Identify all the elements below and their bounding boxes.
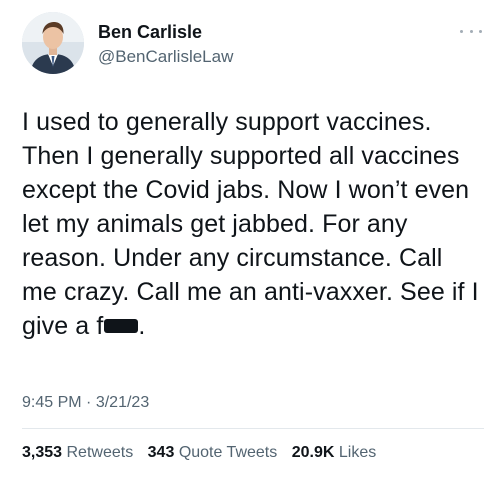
quote-tweets-stat[interactable]: 343 Quote Tweets xyxy=(148,444,278,461)
timestamp-separator: · xyxy=(86,394,92,411)
likes-count: 20.9K xyxy=(291,444,335,461)
quote-tweets-label: Quote Tweets xyxy=(178,444,278,461)
divider xyxy=(22,428,484,429)
tweet-text-main: I used to generally support vaccines. Th… xyxy=(22,108,479,340)
tweet-time: 9:45 PM xyxy=(22,394,82,411)
more-options-icon[interactable] xyxy=(460,26,482,36)
tweet-text: I used to generally support vaccines. Th… xyxy=(22,105,484,343)
engagement-stats: 3,353 Retweets 343 Quote Tweets 20.9K Li… xyxy=(22,444,386,462)
avatar[interactable] xyxy=(22,12,84,74)
tweet-timestamp[interactable]: 9:45 PM · 3/21/23 xyxy=(22,394,149,412)
retweets-label: Retweets xyxy=(66,444,134,461)
author-names: Ben Carlisle @BenCarlisleLaw xyxy=(98,21,233,68)
author-display-name[interactable]: Ben Carlisle xyxy=(98,21,233,43)
tweet: Ben Carlisle @BenCarlisleLaw I used to g… xyxy=(0,0,500,480)
likes-stat[interactable]: 20.9K Likes xyxy=(292,444,377,461)
quote-tweets-count: 343 xyxy=(147,444,175,461)
tweet-header: Ben Carlisle @BenCarlisleLaw xyxy=(22,12,482,82)
profile-photo-icon xyxy=(22,12,84,74)
tweet-date: 3/21/23 xyxy=(95,394,150,411)
likes-label: Likes xyxy=(338,444,377,461)
redaction-mark xyxy=(104,319,139,334)
author-handle[interactable]: @BenCarlisleLaw xyxy=(98,46,233,68)
retweets-count: 3,353 xyxy=(22,444,63,461)
retweets-stat[interactable]: 3,353 Retweets xyxy=(22,444,133,461)
tweet-text-end: . xyxy=(138,312,146,340)
